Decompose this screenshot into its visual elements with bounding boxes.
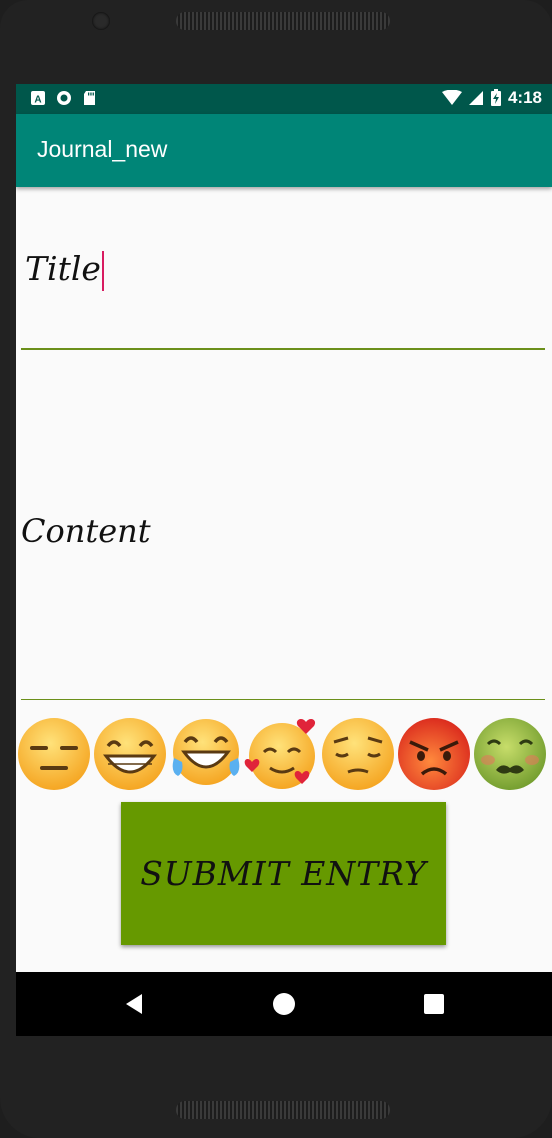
submit-entry-label: SUBMIT ENTRY — [140, 854, 427, 893]
text-cursor — [101, 251, 104, 291]
title-input[interactable]: Title — [21, 197, 545, 350]
status-time: 4:18 — [507, 88, 542, 107]
a-notification-icon: A — [31, 91, 45, 106]
navigation-bar — [16, 972, 552, 1036]
svg-text:A: A — [34, 95, 41, 106]
title-input-text: Title — [25, 249, 101, 288]
status-bar: A 4:18 — [16, 84, 552, 114]
app-bar: Journal_new — [16, 114, 552, 187]
app-title: Journal_new — [37, 136, 168, 162]
back-icon[interactable] — [120, 990, 148, 1018]
device-frame: A 4:18 Journal_new Title Content SUBMIT … — [0, 0, 552, 1138]
home-icon[interactable] — [270, 990, 298, 1018]
battery-charging-icon — [490, 89, 501, 106]
content-input-text: Content — [21, 512, 151, 550]
mood-selector — [16, 716, 552, 796]
submit-entry-button[interactable]: SUBMIT ENTRY — [121, 802, 446, 945]
grinning-face-icon[interactable] — [92, 716, 168, 792]
wifi-icon — [441, 90, 462, 105]
front-camera — [92, 12, 110, 30]
recents-icon[interactable] — [420, 990, 448, 1018]
sd-card-icon — [84, 91, 95, 105]
record-icon — [57, 91, 71, 105]
nauseated-face-icon[interactable] — [472, 716, 548, 792]
pensive-face-icon[interactable] — [320, 716, 396, 792]
screen: A 4:18 Journal_new Title Content SUBMIT … — [16, 84, 552, 1036]
content-input[interactable]: Content — [21, 350, 545, 700]
smiling-with-hearts-face-icon[interactable] — [244, 716, 320, 792]
tears-of-joy-face-icon[interactable] — [168, 716, 244, 792]
earpiece-speaker — [176, 12, 390, 30]
expressionless-face-icon[interactable] — [16, 716, 92, 792]
angry-face-icon[interactable] — [396, 716, 472, 792]
bottom-speaker — [176, 1101, 390, 1119]
signal-icon — [468, 91, 483, 105]
